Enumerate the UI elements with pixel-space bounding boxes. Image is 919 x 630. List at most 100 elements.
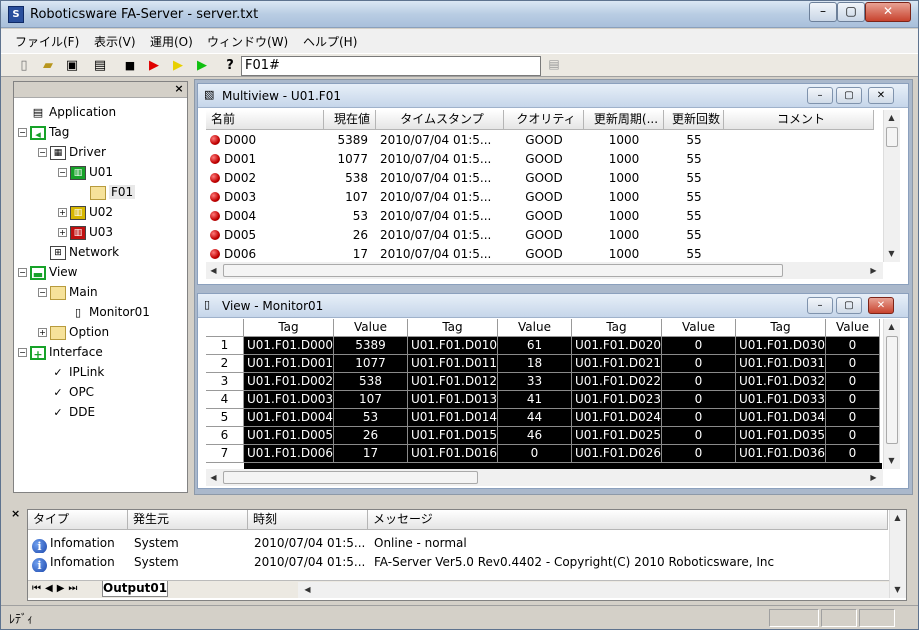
multiview-vertical-scrollbar[interactable]: ▲ ▼: [883, 110, 900, 262]
save-icon[interactable]: ▣: [63, 57, 81, 75]
collapse-icon[interactable]: −: [38, 288, 47, 297]
grid-cell[interactable]: 0: [662, 409, 736, 427]
grid-cell[interactable]: U01.F01.D021: [572, 355, 662, 373]
collapse-icon[interactable]: −: [18, 128, 27, 137]
grid-cell[interactable]: 61: [498, 337, 572, 355]
output-column-header[interactable]: メッセージ: [368, 510, 888, 530]
grid-cell[interactable]: 0: [662, 427, 736, 445]
grid-cell[interactable]: U01.F01.D031: [736, 355, 826, 373]
grid-cell[interactable]: 0: [826, 337, 880, 355]
tree-node[interactable]: + Option: [18, 322, 186, 342]
grid-cell[interactable]: 17: [334, 445, 408, 463]
multiview-horizontal-scrollbar[interactable]: ◀ ▶: [206, 262, 883, 279]
tree-node[interactable]: ▯ Monitor01: [18, 302, 186, 322]
stop-icon[interactable]: ■: [121, 57, 139, 75]
multiview-minimize-button[interactable]: –: [807, 87, 833, 104]
grid-cell[interactable]: 0: [826, 373, 880, 391]
grid-cell[interactable]: 538: [334, 373, 408, 391]
grid-cell[interactable]: 33: [498, 373, 572, 391]
grid-row-number[interactable]: 3: [206, 373, 244, 391]
grid-cell[interactable]: 0: [826, 355, 880, 373]
grid-cell[interactable]: U01.F01.D002: [244, 373, 334, 391]
multiview-close-button[interactable]: ✕: [868, 87, 894, 104]
grid-cell[interactable]: U01.F01.D033: [736, 391, 826, 409]
grid-row-number[interactable]: 6: [206, 427, 244, 445]
monitor-minimize-button[interactable]: –: [807, 297, 833, 314]
tree-node[interactable]: ✓ IPLink: [18, 362, 186, 382]
grid-row-number[interactable]: 7: [206, 445, 244, 463]
play-green-icon[interactable]: ▶: [193, 57, 211, 75]
tree-node[interactable]: + ▥ U03: [18, 222, 186, 242]
play-red-icon[interactable]: ▶: [145, 57, 163, 75]
menu-help[interactable]: ヘルプ(H): [303, 33, 357, 50]
grid-cell[interactable]: 0: [662, 373, 736, 391]
grid-cell[interactable]: U01.F01.D000: [244, 337, 334, 355]
grid-cell[interactable]: U01.F01.D032: [736, 373, 826, 391]
grid-cell[interactable]: U01.F01.D034: [736, 409, 826, 427]
grid-cell[interactable]: 0: [826, 409, 880, 427]
menu-window[interactable]: ウィンドウ(W): [207, 33, 288, 50]
column-header[interactable]: 名前: [206, 110, 324, 130]
grid-cell[interactable]: 44: [498, 409, 572, 427]
scroll-left-icon[interactable]: ◀: [206, 263, 221, 278]
grid-cell[interactable]: 0: [826, 427, 880, 445]
grid-row-number[interactable]: 2: [206, 355, 244, 373]
expand-icon[interactable]: +: [58, 208, 67, 217]
grid-cell[interactable]: U01.F01.D020: [572, 337, 662, 355]
tab-navigation-icons[interactable]: ⏮◀▶⏭: [32, 583, 81, 594]
grid-cell[interactable]: U01.F01.D004: [244, 409, 334, 427]
grid-cell[interactable]: 26: [334, 427, 408, 445]
expand-icon[interactable]: +: [58, 228, 67, 237]
grid-cell[interactable]: 41: [498, 391, 572, 409]
grid-cell[interactable]: 0: [826, 445, 880, 463]
grid-column-header[interactable]: Tag: [244, 319, 334, 337]
grid-cell[interactable]: U01.F01.D010: [408, 337, 498, 355]
column-header[interactable]: タイムスタンプ: [376, 110, 504, 130]
output-scroll-down-icon[interactable]: ▼: [890, 582, 905, 597]
grid-column-header[interactable]: Value: [334, 319, 408, 337]
grid-cell[interactable]: U01.F01.D001: [244, 355, 334, 373]
grid-cell[interactable]: U01.F01.D030: [736, 337, 826, 355]
open-folder-icon[interactable]: ▰: [39, 57, 57, 75]
grid-column-header[interactable]: Value: [662, 319, 736, 337]
grid-cell[interactable]: U01.F01.D022: [572, 373, 662, 391]
monitor-scroll-right-icon[interactable]: ▶: [866, 470, 881, 485]
grid-cell[interactable]: 1077: [334, 355, 408, 373]
tree-node[interactable]: − ◂ Tag: [18, 122, 186, 142]
tree-node[interactable]: − ▥ U01: [18, 162, 186, 182]
monitor-scroll-up-icon[interactable]: ▲: [884, 319, 899, 334]
grid-cell[interactable]: U01.F01.D005: [244, 427, 334, 445]
paste-icon[interactable]: ▤: [545, 57, 563, 75]
grid-cell[interactable]: U01.F01.D016: [408, 445, 498, 463]
grid-cell[interactable]: 0: [662, 355, 736, 373]
collapse-icon[interactable]: −: [38, 148, 47, 157]
menu-operation[interactable]: 運用(O): [150, 33, 193, 50]
column-header[interactable]: 更新回数: [664, 110, 724, 130]
monitor-horizontal-scrollbar[interactable]: ◀ ▶: [206, 469, 883, 486]
tree-node[interactable]: − + Interface: [18, 342, 186, 362]
grid-row-number[interactable]: 1: [206, 337, 244, 355]
minimize-button[interactable]: –: [809, 2, 837, 22]
monitor-scroll-left-icon[interactable]: ◀: [206, 470, 221, 485]
output-scroll-left-icon[interactable]: ◀: [300, 582, 315, 597]
tree-node[interactable]: + ▥ U02: [18, 202, 186, 222]
grid-cell[interactable]: U01.F01.D012: [408, 373, 498, 391]
grid-cell[interactable]: 0: [826, 391, 880, 409]
grid-cell[interactable]: U01.F01.D015: [408, 427, 498, 445]
tree-node[interactable]: ⊞ Network: [18, 242, 186, 262]
scroll-right-icon[interactable]: ▶: [866, 263, 881, 278]
grid-row-number[interactable]: 4: [206, 391, 244, 409]
output-horizontal-scrollbar[interactable]: ◀: [298, 582, 889, 598]
grid-column-header[interactable]: Value: [498, 319, 572, 337]
grid-cell[interactable]: U01.F01.D011: [408, 355, 498, 373]
column-header[interactable]: 更新周期(...: [584, 110, 664, 130]
close-button[interactable]: ✕: [865, 2, 911, 22]
output-column-header[interactable]: タイプ: [28, 510, 128, 530]
properties-icon[interactable]: ▤: [91, 57, 109, 75]
grid-cell[interactable]: U01.F01.D036: [736, 445, 826, 463]
grid-cell[interactable]: 46: [498, 427, 572, 445]
multiview-maximize-button[interactable]: ▢: [836, 87, 862, 104]
grid-cell[interactable]: 0: [662, 391, 736, 409]
grid-cell[interactable]: 18: [498, 355, 572, 373]
grid-column-header[interactable]: Tag: [736, 319, 826, 337]
